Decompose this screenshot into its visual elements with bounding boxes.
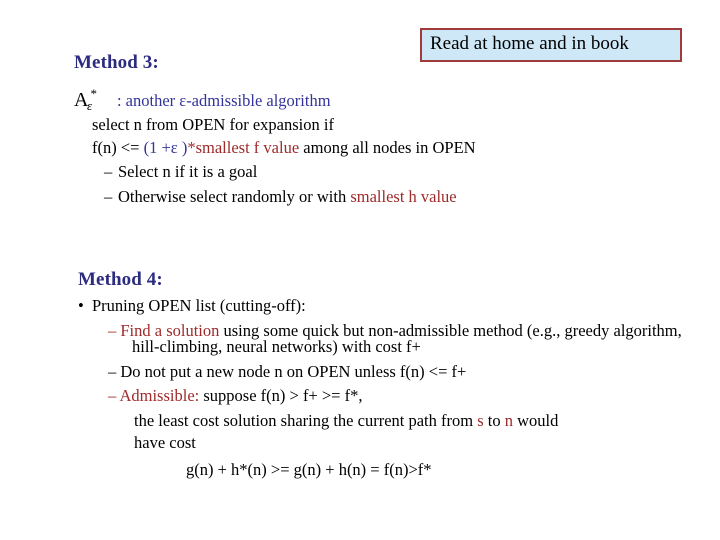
method-3-line-3-red: smallest f value <box>195 137 300 157</box>
method-3-line-1: A * ε : another ε-admissible algorithm <box>74 87 694 113</box>
method-4-bullet-text: Pruning OPEN list (cutting-off): <box>92 296 306 315</box>
method-3-line-3-star: * <box>187 137 196 157</box>
method-4-body: • Pruning OPEN list (cutting-off): – Find… <box>78 296 708 479</box>
dash-icon: – <box>108 386 117 405</box>
method-3-sub-bullet-1-text: Select n if it is a goal <box>118 162 258 181</box>
method-3-line-2: select n from OPEN for expansion if <box>92 115 334 134</box>
dash-icon: – <box>108 361 117 381</box>
bullet-dot-icon: • <box>78 296 84 315</box>
continuation-part-3: would <box>512 410 559 430</box>
method-4-heading: Method 4: <box>78 269 163 290</box>
a-star-epsilon-subscript: ε <box>87 98 93 113</box>
method-4-item-3-lead: Admissible: <box>119 386 200 405</box>
method-3-line-3: f(n) <= (1 +ε )*smallest f value among a… <box>74 137 694 157</box>
method-4-item-3-rest: suppose f(n) > f+ >= f*, <box>199 386 363 405</box>
method-4-item-1: – Find a solution using some quick but n… <box>78 320 708 356</box>
slide-canvas: Read at home and in book Method 3: A * ε :… <box>0 0 720 540</box>
method-3-heading: Method 3: <box>74 52 159 73</box>
continuation-node-n: n <box>504 410 513 430</box>
method-4-continuation-line-2: have cost <box>134 433 196 452</box>
method-3-line-3-black-1: f(n) <= <box>92 137 144 157</box>
method-3-body: A * ε : another ε-admissible algorithm sel… <box>74 87 694 206</box>
method-3-line-3-black-2: among all nodes in OPEN <box>299 137 476 157</box>
a-star-epsilon-symbol: A * ε <box>74 87 97 113</box>
method-4-item-3: – Admissible: suppose f(n) > f+ >= f*, <box>78 386 708 405</box>
method-4-item-2: – Do not put a new node n on OPEN unless… <box>78 361 708 381</box>
continuation-part-1: the least cost solution sharing the curr… <box>134 410 478 430</box>
method-4-item-2-rest: Do not put a new node n on OPEN unless f… <box>120 361 467 381</box>
dash-icon: – <box>104 186 113 206</box>
method-3-sub-bullet-2-black: Otherwise select randomly or with <box>118 186 351 206</box>
method-3-sub-bullet-1: – Select n if it is a goal <box>74 162 694 181</box>
method-3-line-3-blue: (1 +ε ) <box>143 137 188 157</box>
read-at-home-callout: Read at home and in book <box>420 28 682 62</box>
method-3-sub-bullet-2-red: smallest h value <box>350 186 457 206</box>
method-4-continuation-line-1: the least cost solution sharing the curr… <box>78 410 708 430</box>
dash-icon: – <box>108 320 117 340</box>
method-4-bullet: • Pruning OPEN list (cutting-off): <box>78 296 708 315</box>
continuation-part-2: to <box>483 410 505 430</box>
dash-icon: – <box>104 162 113 181</box>
method-3-line-1-text: : another ε-admissible algorithm <box>116 91 331 110</box>
method-4-formula: g(n) + h*(n) >= g(n) + h(n) = f(n)>f* <box>186 459 432 479</box>
method-3-sub-bullet-2: – Otherwise select randomly or with small… <box>74 186 694 206</box>
